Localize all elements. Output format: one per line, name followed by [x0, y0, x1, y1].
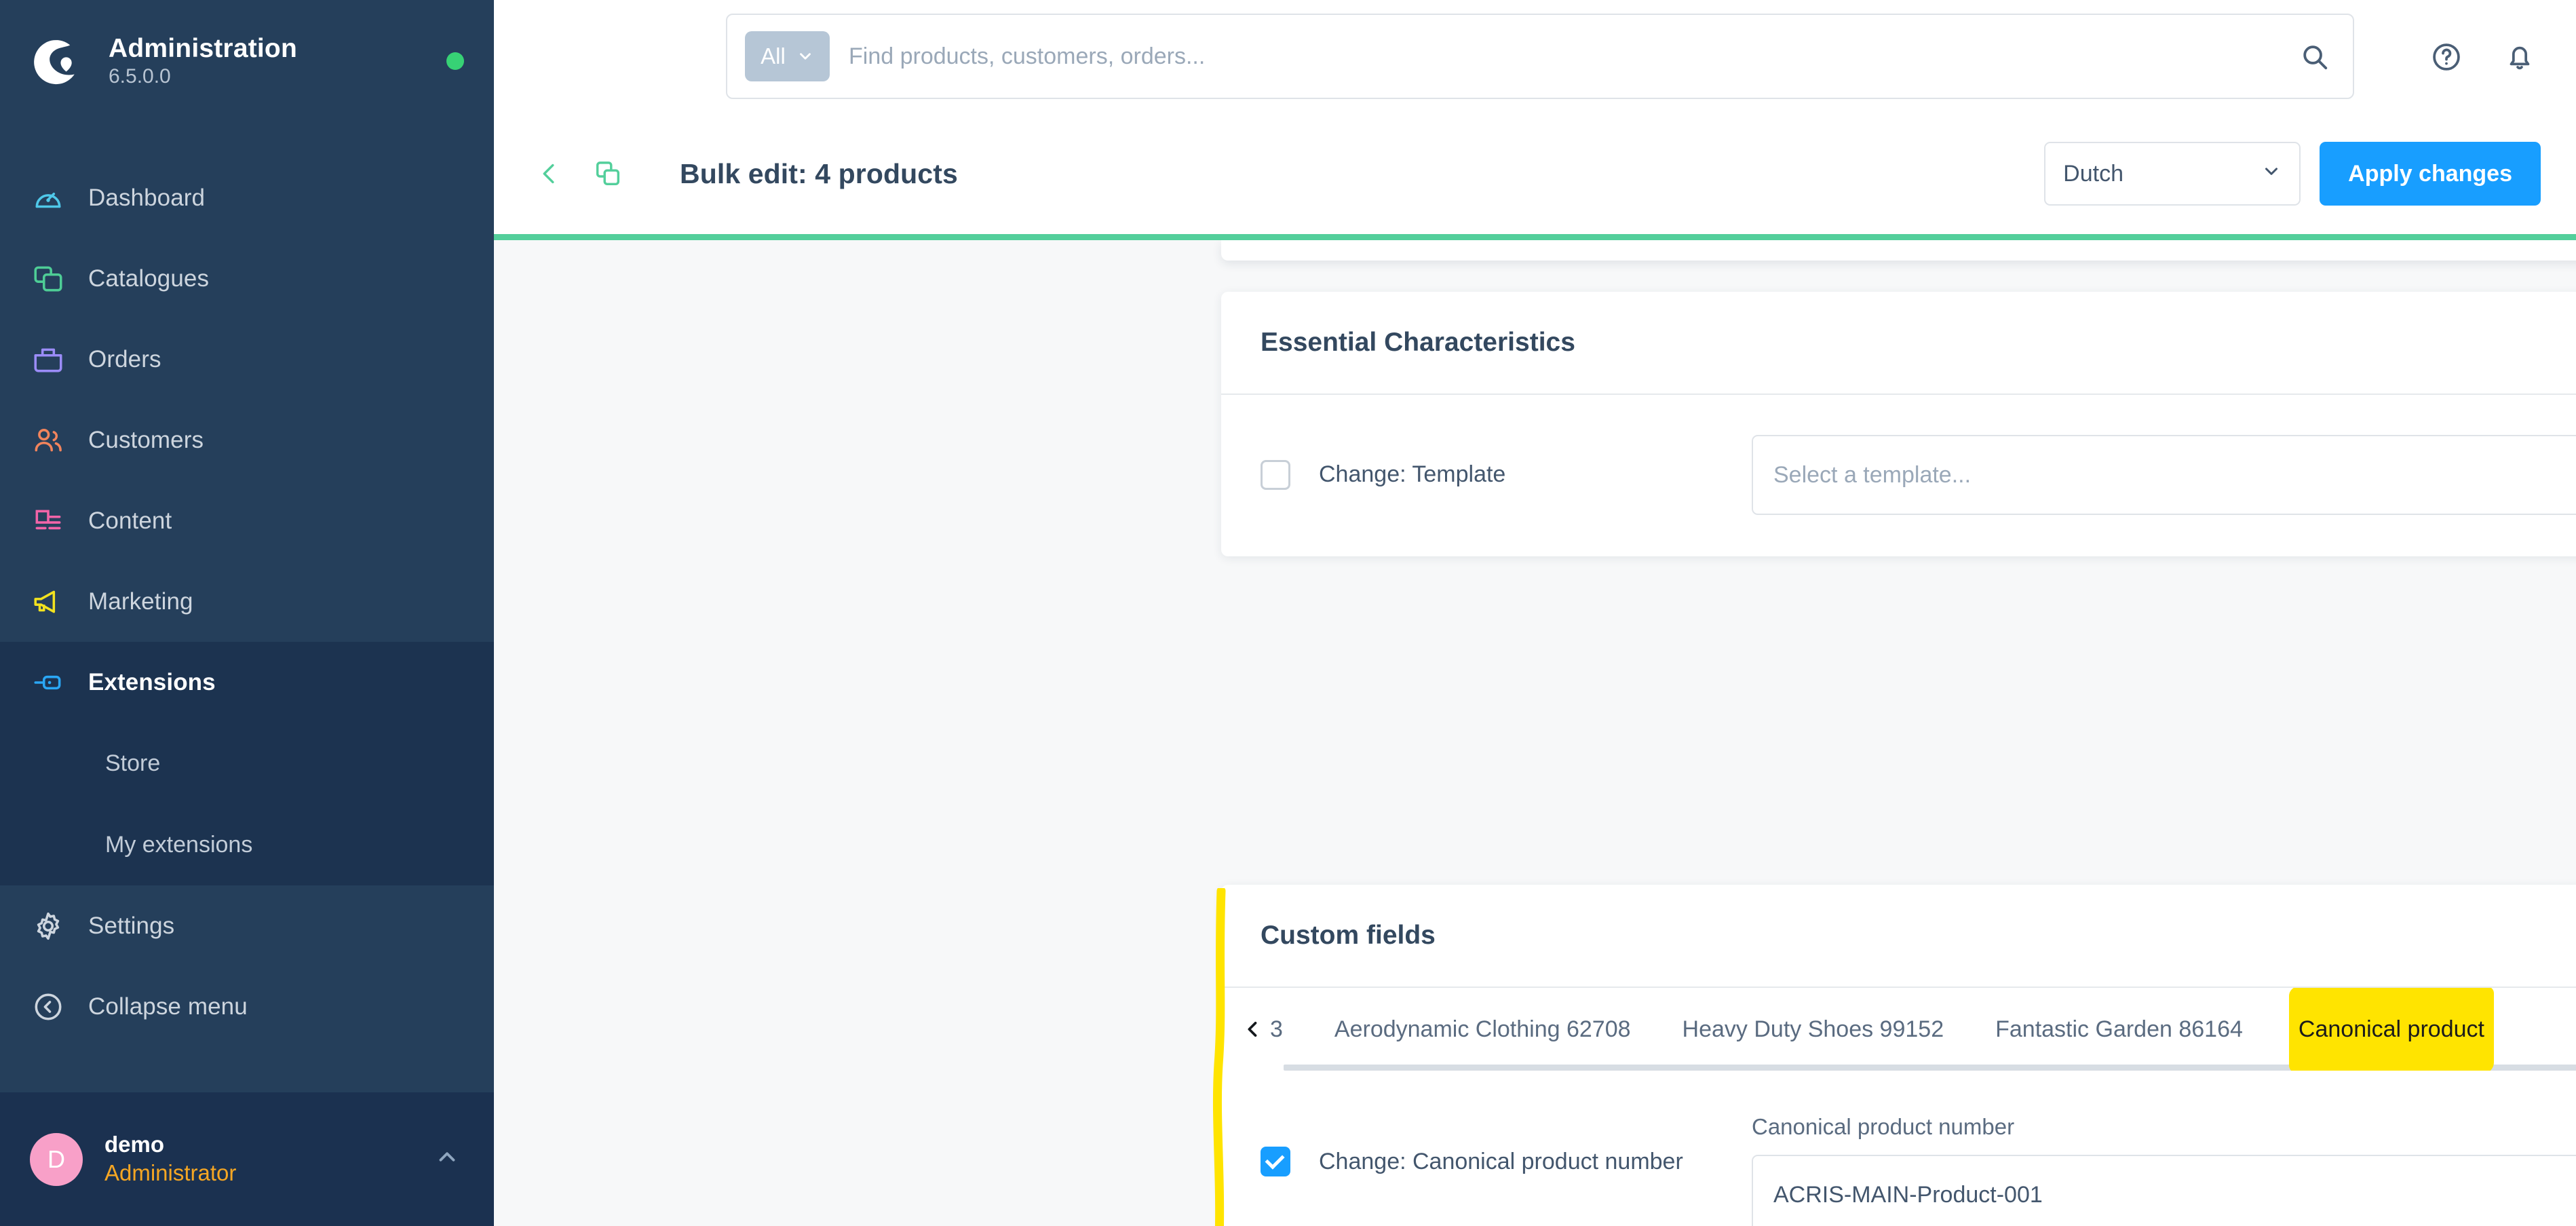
change-canonical-product-number-checkbox[interactable] [1261, 1147, 1290, 1176]
change-template-checkbox[interactable] [1261, 459, 1290, 490]
sidebar-item-marketing[interactable]: Marketing [0, 561, 494, 642]
shopware-logo-icon [30, 32, 88, 90]
change-template-label: Change: Template [1319, 461, 1506, 488]
language-select-value: Dutch [2063, 160, 2123, 187]
tab-item[interactable]: Aerodynamic Clothing 62708 [1309, 988, 1657, 1071]
card-title: Custom fields [1261, 921, 1436, 950]
template-select[interactable]: Select a template... [1752, 435, 2576, 515]
user-role: Administrator [104, 1160, 237, 1185]
sidebar-item-label: Content [88, 507, 172, 534]
sidebar-subitem-label: My extensions [105, 831, 253, 858]
sidebar-subitem-label: Store [105, 750, 161, 776]
sidebar-item-label: Collapse menu [88, 993, 248, 1020]
sidebar-brand[interactable]: Administration 6.5.0.0 [0, 0, 494, 122]
tab-label: Canonical product [2288, 988, 2495, 1071]
search-scope-label: All [761, 43, 786, 69]
sidebar-item-catalogues[interactable]: Catalogues [0, 238, 494, 319]
chevron-left-icon[interactable] [531, 155, 569, 193]
sidebar-item-label: Dashboard [88, 184, 206, 211]
bag-icon [30, 341, 66, 378]
sidebar-item-label: Settings [88, 912, 175, 939]
megaphone-icon [30, 583, 66, 620]
chevron-down-icon [799, 53, 811, 60]
custom-fields-tabs: 3 Aerodynamic Clothing 62708 Heavy Duty … [1221, 988, 2576, 1071]
search-scope-dropdown[interactable]: All [745, 31, 830, 81]
chevron-down-icon [2261, 161, 2282, 187]
user-name: demo [104, 1132, 165, 1157]
user-meta: demo Administrator [104, 1130, 412, 1187]
card-body: Change: Template Select a template... [1221, 395, 2576, 555]
sidebar-item-customers[interactable]: Customers [0, 400, 494, 480]
content-icon [30, 503, 66, 539]
card-header: Essential Characteristics [1221, 292, 2576, 395]
global-search[interactable]: All [726, 14, 2354, 99]
bell-icon[interactable] [2499, 36, 2541, 78]
sidebar-version: 6.5.0.0 [109, 64, 171, 88]
custom-fields-body: Change: Canonical product number Canonic… [1221, 1071, 2576, 1226]
main-area: All Find products, customers, orders... … [494, 0, 2576, 1226]
sidebar-item-settings[interactable]: Settings [0, 885, 494, 966]
sidebar-item-label: Orders [88, 345, 161, 372]
sidebar-item-content[interactable]: Content [0, 480, 494, 561]
collapse-left-icon [30, 989, 66, 1025]
avatar: D [30, 1132, 83, 1186]
sidebar-nav: Dashboard Catalogues Orders Customers Co… [0, 157, 494, 1047]
sidebar-subitem-store[interactable]: Store [0, 723, 494, 804]
topbar-actions [2425, 0, 2541, 113]
sidebar-item-label: Catalogues [88, 265, 210, 292]
page-header-actions: Dutch Apply changes [2044, 142, 2541, 206]
custom-fields-card: Custom fields 3 Aerodynamic Clothing 627… [1221, 885, 2576, 1226]
template-select-placeholder: Select a template... [1773, 461, 1972, 488]
sidebar: Administration 6.5.0.0 Dashboard Catalog… [0, 0, 494, 1226]
sidebar-collapse-menu[interactable]: Collapse menu [0, 966, 494, 1047]
topbar: All [494, 0, 2576, 113]
change-canonical-row: Change: Canonical product number [1261, 1114, 1752, 1226]
sidebar-item-extensions[interactable]: Extensions [0, 642, 494, 723]
card-title: Essential Characteristics [1261, 328, 1575, 357]
chevron-up-icon[interactable] [434, 1144, 460, 1174]
tabs-prev-arrow[interactable] [1237, 1018, 1269, 1041]
sidebar-item-label: Marketing [88, 588, 193, 615]
page-header: Bulk edit: 4 products Dutch Apply change… [494, 113, 2576, 240]
canonical-product-number-input[interactable] [1752, 1155, 2576, 1226]
plug-icon [30, 664, 66, 701]
app-root: Administration 6.5.0.0 Dashboard Catalog… [0, 0, 2576, 1226]
essential-characteristics-card: Essential Characteristics Change: Templa… [1221, 292, 2576, 556]
sidebar-item-dashboard[interactable]: Dashboard [0, 157, 494, 238]
sidebar-item-orders[interactable]: Orders [0, 319, 494, 400]
status-dot-icon [446, 52, 464, 70]
sidebar-item-label: Extensions [88, 668, 216, 695]
page-header-left: Bulk edit: 4 products [531, 155, 958, 193]
tab-item[interactable]: Fantastic Garden 86164 [1969, 988, 2269, 1071]
language-select[interactable]: Dutch [2044, 142, 2301, 206]
help-icon[interactable] [2425, 36, 2467, 78]
sidebar-item-label: Customers [88, 426, 204, 453]
content-area[interactable]: Essential Characteristics Change: Templa… [494, 240, 2576, 1226]
layers-icon [30, 261, 66, 297]
template-select-wrap: Select a template... [1752, 435, 2576, 515]
tab-item[interactable]: 3 [1269, 988, 1309, 1071]
tab-item-canonical-product[interactable]: Canonical product [2269, 988, 2514, 1071]
page-title: Bulk edit: 4 products [680, 157, 958, 189]
sidebar-user-menu[interactable]: D demo Administrator [0, 1092, 494, 1226]
search-icon[interactable] [2293, 35, 2335, 77]
canonical-product-number-label: Canonical product number [1752, 1114, 2015, 1139]
scrolled-off-card [1221, 240, 2576, 261]
sidebar-title: Administration [109, 33, 297, 63]
change-template-row: Change: Template [1261, 459, 1752, 491]
apply-changes-button[interactable]: Apply changes [2320, 142, 2541, 206]
tabs-strip: 3 Aerodynamic Clothing 62708 Heavy Duty … [1269, 988, 2514, 1071]
gauge-icon [30, 180, 66, 216]
tab-item[interactable]: Heavy Duty Shoes 99152 [1657, 988, 1970, 1071]
users-icon [30, 422, 66, 459]
sidebar-subitem-my-extensions[interactable]: My extensions [0, 804, 494, 885]
gear-icon [30, 908, 66, 944]
card-header: Custom fields [1221, 885, 2576, 988]
search-input[interactable] [849, 33, 2293, 80]
duplicate-icon[interactable] [589, 155, 627, 193]
change-canonical-product-number-label: Change: Canonical product number [1319, 1149, 1683, 1174]
tabs-viewport: 3 Aerodynamic Clothing 62708 Heavy Duty … [1269, 988, 2576, 1071]
canonical-field-wrap: Canonical product number [1752, 1114, 2576, 1226]
